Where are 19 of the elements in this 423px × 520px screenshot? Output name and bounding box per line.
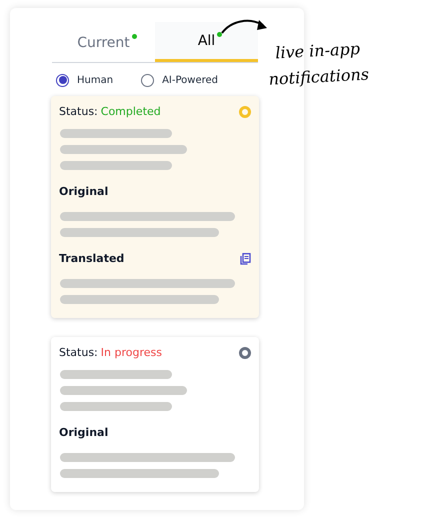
status-ring-icon [239,106,251,118]
status-ring-icon [239,347,251,359]
status-value: In progress [100,344,162,361]
annotation-text: notifications [268,64,370,91]
curved-arrow-icon [221,17,268,35]
radio-button[interactable] [141,74,154,86]
radio-option[interactable]: AI-Powered [141,72,218,88]
annotation-text: live in-app [274,38,362,64]
section-title: Original [59,184,108,200]
radio-button[interactable] [56,74,69,86]
section-title: Translated [59,250,124,267]
tab[interactable]: All [155,22,258,62]
tab[interactable]: Current [52,22,155,62]
status-value: Completed [100,104,161,120]
status-label: Status: [59,344,98,361]
section-title: Original [59,424,108,441]
status-label: Status: [59,104,98,120]
radio-option[interactable]: Human [56,72,114,88]
copy-icon[interactable] [240,253,251,265]
